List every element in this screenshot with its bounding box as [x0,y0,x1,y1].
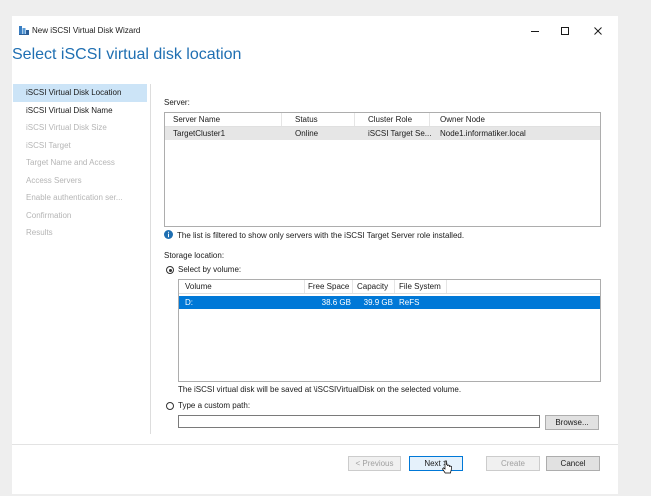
create-button[interactable]: Create [486,456,540,471]
cell-volume: D: [185,298,193,307]
volume-list[interactable]: Volume Free Space Capacity File System D… [178,279,601,382]
next-button[interactable]: Next > [409,456,463,471]
cell-free-space: 38.6 GB [321,298,351,307]
minimize-icon [531,31,539,32]
nav-item-virtual-disk-location[interactable]: iSCSI Virtual Disk Location [13,84,147,102]
page-title: Select iSCSI virtual disk location [12,46,242,63]
volume-list-header: Volume Free Space Capacity File System [179,280,600,294]
cell-capacity: 39.9 GB [363,298,393,307]
nav-divider [150,84,151,434]
custom-path-input[interactable] [178,415,540,428]
server-list[interactable]: Server Name Status Cluster Role Owner No… [164,112,601,227]
column-header-free-space[interactable]: Free Space [305,280,353,293]
wizard-nav: iSCSI Virtual Disk Location iSCSI Virtua… [13,84,147,242]
title-bar: New iSCSI Virtual Disk Wizard [12,16,618,46]
footer-divider [12,444,618,445]
column-header-capacity[interactable]: Capacity [353,280,395,293]
maximize-button[interactable] [558,24,572,38]
info-icon [164,230,173,239]
nav-item-access-servers: Access Servers [26,175,82,185]
browse-button[interactable]: Browse... [545,415,599,430]
custom-path-radio[interactable] [166,402,174,410]
maximize-icon [561,27,569,35]
minimize-button[interactable] [528,24,542,38]
cell-cluster-role: iSCSI Target Se... [368,129,432,138]
table-row[interactable]: D: 38.6 GB 39.9 GB ReFS [179,296,600,309]
select-by-volume-radio[interactable] [166,266,174,274]
cell-owner-node: Node1.informatiker.local [440,129,526,138]
cell-status: Online [295,129,319,138]
filter-note: The list is filtered to show only server… [177,231,465,240]
previous-button[interactable]: < Previous [348,456,401,471]
column-header-volume[interactable]: Volume [179,280,305,293]
nav-item-enable-authentication: Enable authentication ser... [26,193,123,202]
server-manager-icon [19,26,29,35]
column-header-owner-node[interactable]: Owner Node [430,113,600,126]
nav-item-iscsi-target: iSCSI Target [26,140,71,150]
column-header-status[interactable]: Status [282,113,355,126]
radio-selected-dot [168,268,172,272]
server-label: Server: [164,98,190,107]
cancel-button[interactable]: Cancel [546,456,600,471]
cell-server-name: TargetCluster1 [173,129,226,138]
nav-item-virtual-disk-name[interactable]: iSCSI Virtual Disk Name [13,102,147,120]
column-header-cluster-role[interactable]: Cluster Role [355,113,430,126]
nav-item-results: Results [26,228,53,237]
nav-item-target-name-access: Target Name and Access [26,158,115,167]
close-icon [594,27,602,35]
cell-file-system: ReFS [399,298,420,307]
nav-item-confirmation: Confirmation [26,210,72,220]
column-header-file-system[interactable]: File System [395,280,447,293]
select-by-volume-label[interactable]: Select by volume: [178,265,241,274]
column-header-server-name[interactable]: Server Name [165,113,282,126]
server-list-header: Server Name Status Cluster Role Owner No… [165,113,600,127]
save-location-note: The iSCSI virtual disk will be saved at … [178,385,462,394]
close-button[interactable] [591,24,605,38]
custom-path-label[interactable]: Type a custom path: [178,401,250,410]
nav-item-virtual-disk-size: iSCSI Virtual Disk Size [26,123,107,132]
mouse-cursor-icon [442,460,452,476]
storage-location-label: Storage location: [164,251,225,260]
window-title: New iSCSI Virtual Disk Wizard [32,26,141,35]
table-row[interactable]: TargetCluster1 Online iSCSI Target Se...… [165,127,600,140]
